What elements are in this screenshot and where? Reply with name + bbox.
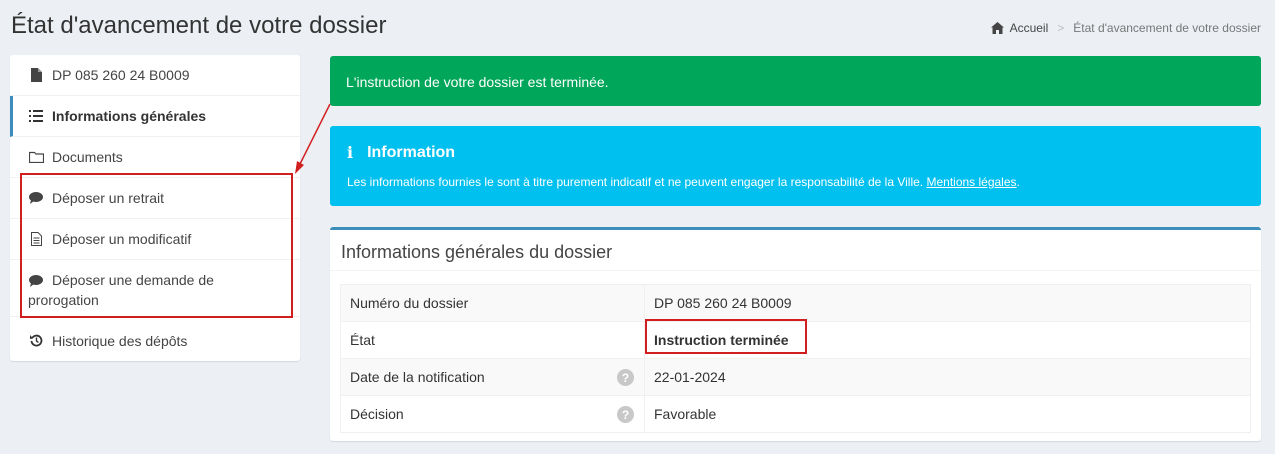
help-icon[interactable]: ?: [617, 406, 634, 423]
info-alert: i Information Les informations fournies …: [330, 126, 1261, 206]
sidebar-item-prorogation[interactable]: Déposer une demande de prorogation: [10, 260, 300, 317]
box-divider: [330, 270, 1261, 271]
row-label: Numéro du dossier: [340, 284, 645, 322]
breadcrumb-current: État d'avancement de votre dossier: [1073, 21, 1261, 35]
success-alert: L'instruction de votre dossier est termi…: [330, 56, 1261, 106]
sidebar-item-retrait[interactable]: Déposer un retrait: [10, 178, 300, 219]
sidebar-item-dossier[interactable]: DP 085 260 24 B0009: [10, 55, 300, 96]
sidebar-item-label: Historique des dépôts: [52, 332, 188, 349]
breadcrumb-separator: >: [1057, 21, 1065, 35]
info-icon: i: [347, 143, 354, 162]
sidebar-item-label: Documents: [52, 149, 123, 165]
sidebar-item-label: Informations générales: [52, 108, 207, 124]
sidebar-item-modificatif[interactable]: Déposer un modificatif: [10, 219, 300, 260]
row-label: État: [340, 321, 645, 359]
sidebar-item-label: Déposer un modificatif: [52, 231, 192, 247]
mentions-legales-link[interactable]: Mentions légales: [926, 175, 1016, 189]
table-row: Numéro du dossier DP 085 260 24 B0009: [340, 284, 1251, 322]
dossier-info-table: Numéro du dossier DP 085 260 24 B0009 Ét…: [340, 284, 1251, 433]
info-title-text: Information: [367, 143, 456, 161]
table-row: État Instruction terminée: [340, 321, 1251, 359]
sidebar-item-informations[interactable]: Informations générales: [10, 96, 300, 137]
document-icon: [28, 232, 44, 246]
sidebar-item-historique[interactable]: Historique des dépôts: [10, 320, 300, 361]
info-alert-text: Les informations fournies le sont à titr…: [347, 175, 1020, 189]
breadcrumb: Accueil > État d'avancement de votre dos…: [990, 21, 1261, 35]
row-value: Favorable: [644, 395, 1251, 433]
comment-icon: [28, 191, 44, 205]
sidebar-item-text: Déposer une demande de prorogation: [28, 272, 214, 308]
comment-icon: [28, 274, 44, 288]
sidebar-item-documents[interactable]: Documents: [10, 137, 300, 178]
file-icon: [28, 68, 44, 82]
history-icon: [28, 334, 44, 348]
list-icon: [28, 109, 44, 123]
page-header: État d'avancement de votre dossier Accue…: [0, 0, 1275, 54]
row-label: Décision: [350, 406, 404, 422]
row-value-state: Instruction terminée: [644, 321, 1251, 359]
sidebar: DP 085 260 24 B0009 Informations général…: [10, 55, 300, 361]
row-label-cell: Date de la notification ?: [340, 358, 645, 396]
row-value: 22-01-2024: [644, 358, 1251, 396]
table-row: Décision ? Favorable: [340, 395, 1251, 433]
box-title: Informations générales du dossier: [341, 242, 613, 262]
breadcrumb-home-link[interactable]: Accueil: [1010, 21, 1049, 35]
row-label-cell: Décision ?: [340, 395, 645, 433]
row-label: Date de la notification: [350, 369, 485, 385]
info-text-body: Les informations fournies le sont à titr…: [347, 175, 924, 189]
folder-icon: [28, 150, 44, 164]
page-title: État d'avancement de votre dossier: [11, 12, 387, 39]
row-value: DP 085 260 24 B0009: [644, 284, 1251, 322]
sidebar-item-label: Déposer un retrait: [52, 190, 165, 206]
info-alert-title: i Information: [347, 143, 455, 162]
table-row: Date de la notification ? 22-01-2024: [340, 358, 1251, 396]
dossier-info-box: Informations générales du dossier Numéro…: [330, 227, 1261, 441]
home-icon: [990, 22, 1004, 34]
sidebar-item-label: DP 085 260 24 B0009: [52, 67, 190, 83]
sidebar-item-label: Déposer une demande de prorogation: [28, 270, 228, 310]
info-text-period: .: [1016, 175, 1020, 189]
help-icon[interactable]: ?: [617, 369, 634, 386]
